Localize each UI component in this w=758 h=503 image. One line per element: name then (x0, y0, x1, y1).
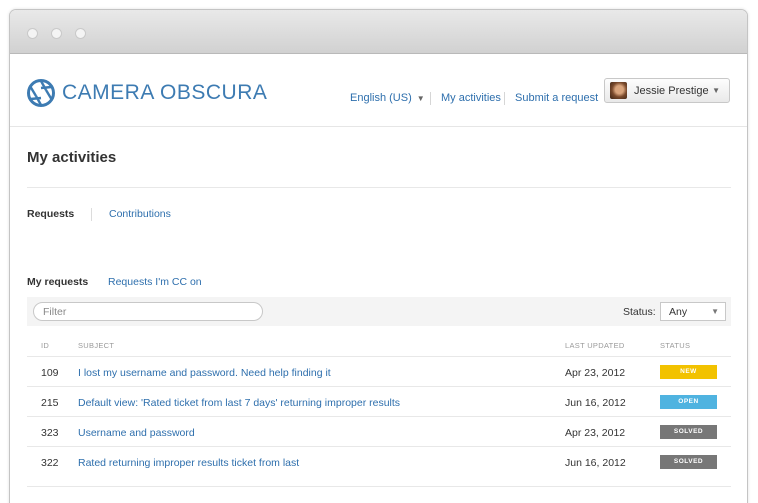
table-row: 109 I lost my username and password. Nee… (27, 356, 731, 386)
request-subject-link[interactable]: I lost my username and password. Need he… (78, 367, 331, 379)
status-select-value: Any (669, 306, 688, 318)
status-select[interactable]: Any ▼ (660, 302, 726, 321)
subtab-cc-requests[interactable]: Requests I'm CC on (108, 276, 202, 288)
column-header-id[interactable]: ID (41, 341, 49, 350)
filter-input[interactable] (33, 302, 263, 321)
my-activities-link[interactable]: My activities (441, 92, 501, 104)
site-header: CAMERA OBSCURA English (US) ▼ My activiti… (10, 54, 747, 127)
window-titlebar (10, 10, 747, 54)
divider (27, 486, 731, 487)
minimize-window-button[interactable] (51, 28, 62, 39)
tab-divider (91, 208, 92, 221)
status-badge: OPEN (660, 395, 717, 409)
aperture-icon[interactable] (27, 79, 55, 107)
request-date: Jun 16, 2012 (565, 397, 626, 409)
avatar (610, 82, 627, 99)
request-date: Jun 16, 2012 (565, 457, 626, 469)
close-window-button[interactable] (27, 28, 38, 39)
status-label: Status: (623, 306, 656, 318)
tab-contributions[interactable]: Contributions (109, 208, 171, 220)
table-row: 322 Rated returning improper results tic… (27, 446, 731, 476)
request-subject-link[interactable]: Rated returning improper results ticket … (78, 457, 299, 469)
column-header-last-updated[interactable]: LAST UPDATED (565, 341, 625, 350)
nav-divider (430, 92, 431, 105)
chevron-down-icon: ▼ (712, 86, 720, 95)
request-id: 215 (41, 397, 59, 409)
request-date: Apr 23, 2012 (565, 427, 626, 439)
column-header-status[interactable]: STATUS (660, 341, 690, 350)
page-title: My activities (27, 149, 117, 166)
status-badge: NEW (660, 365, 717, 379)
status-badge: SOLVED (660, 455, 717, 469)
chevron-down-icon: ▼ (711, 307, 719, 316)
table-row: 215 Default view: 'Rated ticket from las… (27, 386, 731, 416)
request-date: Apr 23, 2012 (565, 367, 626, 379)
request-id: 323 (41, 427, 59, 439)
browser-window: CAMERA OBSCURA English (US) ▼ My activiti… (9, 9, 748, 503)
brand-name[interactable]: CAMERA OBSCURA (62, 81, 267, 105)
column-header-subject[interactable]: SUBJECT (78, 341, 114, 350)
request-id: 322 (41, 457, 59, 469)
tab-requests[interactable]: Requests (27, 208, 74, 220)
user-name: Jessie Prestige (634, 85, 709, 97)
table-row: 323 Username and password Apr 23, 2012 S… (27, 416, 731, 446)
chevron-down-icon: ▼ (416, 94, 425, 103)
user-menu-button[interactable]: Jessie Prestige ▼ (604, 78, 730, 103)
nav-divider (504, 92, 505, 105)
request-subject-link[interactable]: Default view: 'Rated ticket from last 7 … (78, 397, 400, 409)
language-selector[interactable]: English (US) ▼ (350, 92, 425, 104)
filter-bar: Status: Any ▼ (27, 297, 731, 326)
submit-request-link[interactable]: Submit a request (515, 92, 598, 104)
status-badge: SOLVED (660, 425, 717, 439)
maximize-window-button[interactable] (75, 28, 86, 39)
language-label: English (US) (350, 92, 412, 104)
subtab-my-requests[interactable]: My requests (27, 276, 88, 288)
request-id: 109 (41, 367, 59, 379)
divider (27, 187, 731, 188)
request-subject-link[interactable]: Username and password (78, 427, 195, 439)
